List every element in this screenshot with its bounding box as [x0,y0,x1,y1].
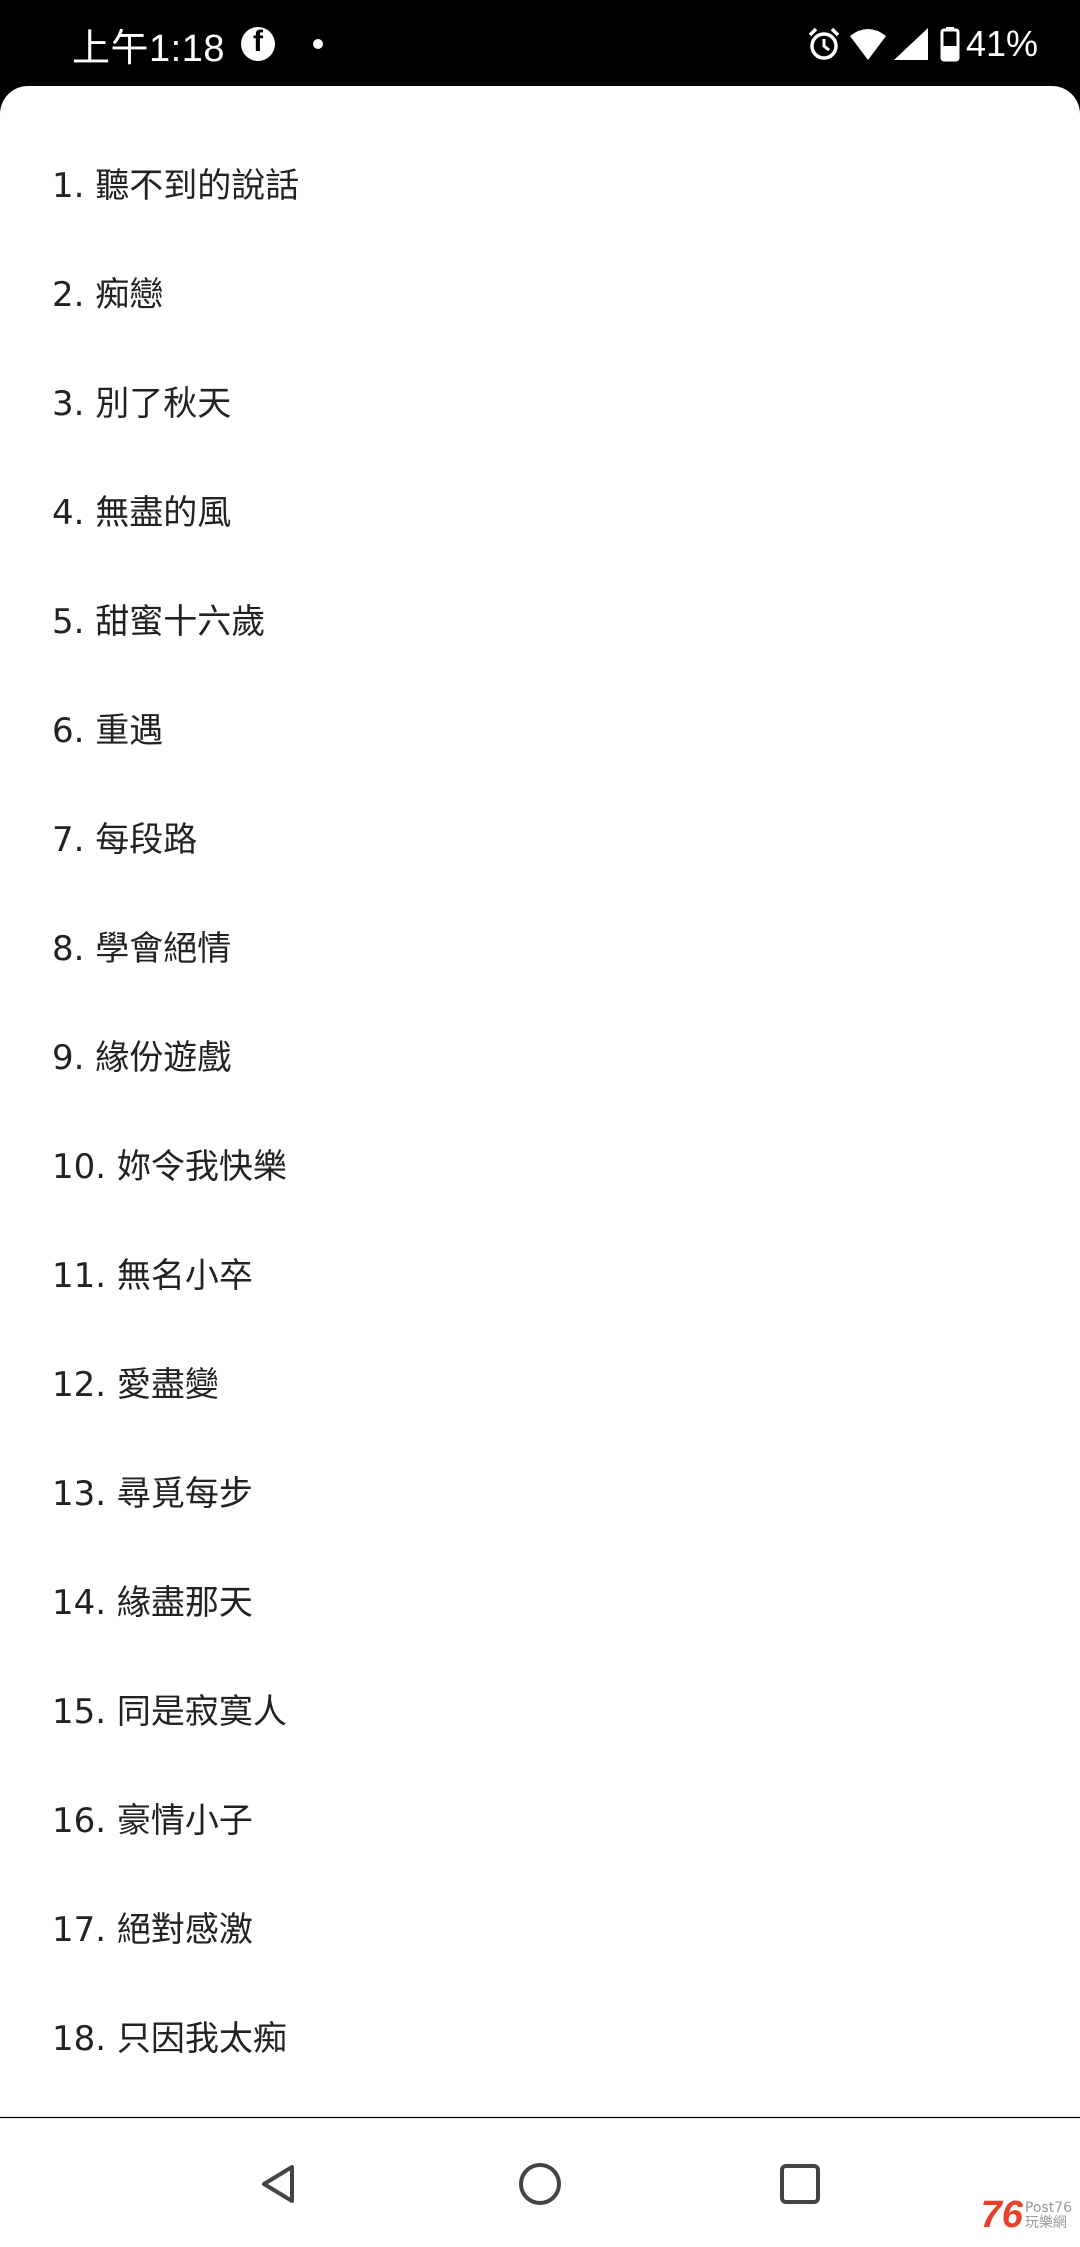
watermark-logo: 76 Post76 玩樂網 [981,2194,1072,2237]
list-item[interactable]: 3. 別了秋天 [52,374,299,483]
alarm-icon [808,27,840,60]
status-time: 上午1:18 [72,27,225,70]
list-item[interactable]: 15. 同是寂寞人 [52,1682,299,1791]
battery-percentage: 41% [965,23,1038,64]
list-item[interactable]: 14. 緣盡那天 [52,1573,299,1682]
list-item[interactable]: 13. 尋覓每步 [52,1464,299,1573]
list-item-label: 10. 妳令我快樂 [52,1147,287,1187]
recents-icon[interactable] [775,2159,825,2209]
list-item-label: 15. 同是寂寞人 [52,1692,287,1732]
notification-dot-icon [312,39,323,49]
signal-icon [893,28,928,60]
track-list-sheet[interactable]: 1. 聽不到的說話 2. 痴戀 3. 別了秋天 4. 無盡的風 5. 甜蜜十六歲 6. 重… [0,86,1080,2117]
list-item[interactable]: 5. 甜蜜十六歲 [52,592,299,701]
list-item[interactable]: 16. 豪情小子 [52,1791,299,1900]
list-item[interactable]: 2. 痴戀 [52,265,299,374]
list-item-label: 8. 學會絕情 [52,929,232,969]
watermark-number: 76 [980,2194,1023,2236]
list-item-label: 12. 愛盡變 [52,1365,219,1405]
list-item-label: 6. 重遇 [52,711,164,751]
list-item-label: 7. 每段路 [52,820,198,860]
list-item[interactable]: 17. 絕對感激 [52,1900,299,2009]
list-item[interactable]: 11. 無名小卒 [52,1246,299,1355]
list-item-label: 11. 無名小卒 [52,1256,253,1296]
home-icon[interactable] [515,2159,565,2209]
list-item[interactable]: 8. 學會絕情 [52,919,299,1028]
list-item[interactable]: 12. 愛盡變 [52,1355,299,1464]
list-item-label: 2. 痴戀 [52,275,164,315]
list-item-label: 16. 豪情小子 [52,1801,253,1841]
list-item-label: 5. 甜蜜十六歲 [52,602,266,642]
list-item-label: 13. 尋覓每步 [52,1474,253,1514]
list-item[interactable]: 9. 緣份遊戲 [52,1028,299,1137]
list-item-label: 1. 聽不到的說話 [52,166,300,206]
list-item[interactable]: 4. 無盡的風 [52,483,299,592]
list-item-label: 14. 緣盡那天 [52,1583,253,1623]
watermark-line1: Post76 [1024,2199,1072,2216]
list-item[interactable]: 1. 聽不到的說話 [52,156,299,265]
wifi-icon [849,29,886,60]
watermark-line2: 玩樂網 [1024,2214,1067,2231]
facebook-icon: f [240,25,275,61]
status-left: 上午1:18 f [72,0,323,88]
list-item-label: 3. 別了秋天 [52,384,232,424]
list-item-label: 17. 絕對感激 [52,1910,253,1950]
list-item-label: 4. 無盡的風 [52,493,232,533]
list-item[interactable]: 6. 重遇 [52,701,299,810]
navigation-bar: 76 Post76 玩樂網 [0,2118,1080,2247]
battery-icon [940,27,960,62]
list-item-label: 9. 緣份遊戲 [52,1038,232,1078]
list-item[interactable]: 10. 妳令我快樂 [52,1137,299,1246]
status-bar: 上午1:18 f 41% [0,0,1080,88]
list-item[interactable]: 7. 每段路 [52,810,299,919]
list-item-label: 18. 只因我太痴 [52,2019,287,2059]
back-icon[interactable] [254,2159,304,2209]
list-item[interactable]: 18. 只因我太痴 [52,2009,299,2116]
track-list: 1. 聽不到的說話 2. 痴戀 3. 別了秋天 4. 無盡的風 5. 甜蜜十六歲 6. 重… [52,156,299,2116]
status-right: 41% [806,0,1038,88]
